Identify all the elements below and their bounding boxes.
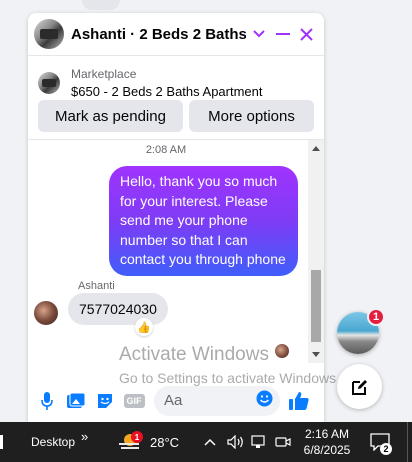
- marketplace-item: $650 - 2 Beds 2 Baths Apartment: [71, 83, 263, 99]
- activate-windows-title: Activate Windows: [119, 344, 269, 365]
- gif-icon[interactable]: GIF: [123, 390, 145, 412]
- sticker-icon[interactable]: [94, 390, 116, 412]
- meet-now-icon[interactable]: [275, 422, 291, 462]
- scroll-thumb[interactable]: [311, 270, 321, 342]
- like-icon[interactable]: [288, 390, 310, 412]
- message-timestamp: 2:08 AM: [145, 144, 187, 156]
- chevron-up-icon[interactable]: [204, 422, 216, 462]
- activate-windows-subtitle: Go to Settings to activate Windows.: [119, 370, 340, 386]
- listing-thumbnail[interactable]: [34, 19, 64, 49]
- marketplace-source: Marketplace: [71, 66, 137, 81]
- chevron-down-icon[interactable]: [250, 24, 269, 44]
- outgoing-message[interactable]: Hello, thank you so much for your intere…: [109, 166, 298, 276]
- compose-icon: [351, 379, 367, 395]
- toolbar-chevron[interactable]: »: [81, 416, 88, 456]
- clock-date: 6/8/2025: [303, 443, 351, 457]
- microphone-icon[interactable]: [36, 390, 58, 412]
- taskbar: Desktop » 1 28°C 2:16 AM 6/8/2025 2: [0, 422, 412, 462]
- desktop-toolbar[interactable]: Desktop: [31, 422, 75, 462]
- clock-time: 2:16 AM: [304, 427, 350, 441]
- new-message-button[interactable]: [337, 364, 382, 409]
- notification-count: 2: [380, 443, 392, 455]
- thumbs-up-reaction[interactable]: 👍: [135, 318, 153, 336]
- marketplace-banner[interactable]: Marketplace $650 - 2 Beds 2 Baths Apartm…: [28, 56, 324, 100]
- scroll-down-arrow[interactable]: [312, 352, 320, 357]
- unread-badge: 1: [367, 308, 385, 326]
- sender-name: Ashanti: [78, 280, 115, 292]
- network-icon[interactable]: [251, 422, 267, 462]
- marketplace-text: Marketplace $650 - 2 Beds 2 Baths Apartm…: [71, 66, 263, 100]
- seen-indicator-avatar: [275, 344, 289, 358]
- message-input[interactable]: [164, 392, 256, 409]
- message-scrollbar[interactable]: [308, 140, 324, 363]
- scroll-up-arrow[interactable]: [312, 146, 320, 151]
- more-options-button[interactable]: More options: [189, 100, 314, 132]
- close-icon[interactable]: [297, 24, 316, 44]
- photo-icon[interactable]: [65, 390, 87, 412]
- show-desktop-button[interactable]: [407, 422, 408, 462]
- minimize-icon[interactable]: [273, 24, 292, 44]
- message-input-wrapper[interactable]: [154, 385, 280, 416]
- task-view-edge[interactable]: [0, 422, 6, 462]
- top-stub: [82, 0, 120, 10]
- notification-center-icon[interactable]: [370, 422, 390, 462]
- incoming-message[interactable]: 7577024030: [68, 293, 168, 325]
- temperature[interactable]: 28°C: [150, 422, 179, 462]
- chat-header: Ashanti · 2 Beds 2 Baths A...: [28, 13, 324, 56]
- volume-icon[interactable]: [227, 422, 245, 462]
- mark-as-pending-button[interactable]: Mark as pending: [38, 100, 183, 132]
- listing-actions: Mark as pending More options: [28, 100, 324, 132]
- marketplace-thumbnail: [38, 71, 60, 94]
- clock[interactable]: 2:16 AM 6/8/2025: [303, 426, 351, 458]
- sender-avatar[interactable]: [34, 301, 58, 325]
- emoji-icon[interactable]: [256, 390, 273, 412]
- gif-label: GIF: [123, 393, 145, 408]
- message-list[interactable]: 2:08 AM Hello, thank you so much for you…: [28, 140, 324, 363]
- weather-badge: 1: [131, 431, 143, 443]
- chat-title[interactable]: Ashanti · 2 Beds 2 Baths A...: [71, 26, 246, 43]
